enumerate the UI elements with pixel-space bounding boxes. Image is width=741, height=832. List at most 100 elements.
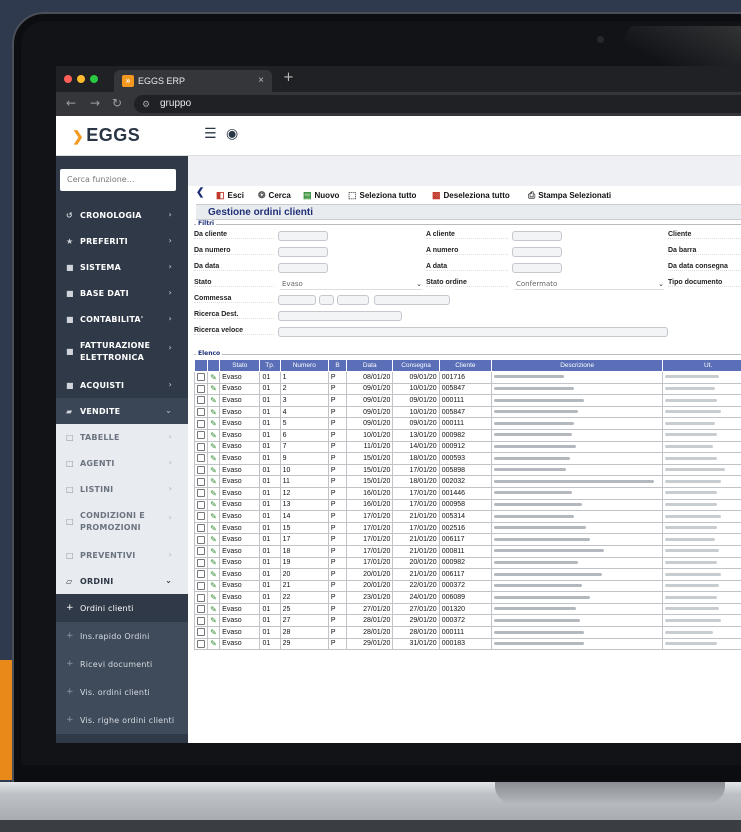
sidebar-item-acquisti[interactable]: ■ ACQUISTI › — [56, 372, 188, 398]
row-checkbox[interactable] — [193, 452, 209, 465]
sidebar-item-ordini[interactable]: ▱ ORDINI ⌄ — [56, 568, 188, 594]
sidebar-item-ins-rapido-ordini[interactable]: + Ins.rapido Ordini — [56, 622, 188, 650]
edit-icon[interactable]: ✎ — [210, 454, 217, 463]
row-checkbox[interactable] — [193, 568, 209, 581]
row-edit[interactable]: ✎ — [207, 579, 221, 593]
tab-close-icon[interactable]: × — [258, 70, 264, 92]
edit-icon[interactable]: ✎ — [210, 466, 217, 475]
checkbox[interactable] — [197, 477, 205, 486]
row-checkbox[interactable] — [193, 626, 209, 639]
col-numero[interactable]: Numero — [279, 359, 329, 372]
row-checkbox[interactable] — [193, 463, 209, 477]
checkbox[interactable] — [197, 373, 205, 382]
checkbox[interactable] — [197, 500, 205, 509]
da-data-input[interactable] — [278, 263, 328, 273]
row-checkbox[interactable] — [193, 440, 209, 454]
row-edit[interactable]: ✎ — [207, 463, 221, 477]
checkbox[interactable] — [197, 396, 205, 405]
row-edit[interactable]: ✎ — [207, 556, 221, 570]
col-stato[interactable]: Stato — [219, 359, 261, 372]
checkbox[interactable] — [197, 535, 205, 544]
row-edit[interactable]: ✎ — [207, 394, 221, 407]
sidebar-item-vis-ordini-clienti[interactable]: + Vis. ordini clienti — [56, 678, 188, 706]
row-edit[interactable]: ✎ — [207, 637, 221, 651]
menu-toggle-icon[interactable]: ☰ — [204, 126, 217, 142]
table-row[interactable]: ✎ Evaso 01 7 P 11/01/20 14/01/20 000912 — [193, 440, 741, 454]
table-row[interactable]: ✎ Evaso 01 10 P 15/01/20 17/01/20 005898 — [193, 463, 741, 477]
edit-icon[interactable]: ✎ — [210, 547, 217, 556]
back-icon[interactable]: ← — [66, 96, 76, 110]
table-row[interactable]: ✎ Evaso 01 9 P 15/01/20 18/01/20 000593 — [193, 452, 741, 465]
table-row[interactable]: ✎ Evaso 01 28 P 28/01/20 28/01/20 000111 — [193, 626, 741, 639]
sidebar-item-ricevi-documenti[interactable]: + Ricevi documenti — [56, 650, 188, 678]
row-checkbox[interactable] — [193, 544, 209, 558]
row-edit[interactable]: ✎ — [207, 417, 221, 430]
edit-icon[interactable]: ✎ — [210, 431, 217, 440]
row-edit[interactable]: ✎ — [207, 602, 221, 616]
row-edit[interactable]: ✎ — [207, 486, 221, 500]
checkbox[interactable] — [197, 628, 205, 637]
row-edit[interactable]: ✎ — [207, 382, 221, 396]
checkbox[interactable] — [197, 593, 205, 602]
checkbox[interactable] — [197, 384, 205, 393]
edit-icon[interactable]: ✎ — [210, 639, 217, 648]
ricerca-veloce-input[interactable] — [278, 327, 668, 337]
edit-icon[interactable]: ✎ — [210, 489, 217, 498]
checkbox[interactable] — [197, 454, 205, 463]
back-arrow-icon[interactable]: ❮ — [196, 187, 204, 198]
row-checkbox[interactable] — [193, 405, 209, 419]
row-checkbox[interactable] — [193, 417, 209, 430]
row-edit[interactable]: ✎ — [207, 475, 221, 488]
edit-icon[interactable]: ✎ — [210, 605, 217, 614]
a-numero-input[interactable] — [512, 247, 562, 257]
a-cliente-input[interactable] — [512, 231, 562, 241]
row-edit[interactable]: ✎ — [207, 405, 221, 419]
edit-icon[interactable]: ✎ — [210, 373, 217, 382]
row-checkbox[interactable] — [193, 637, 209, 651]
row-checkbox[interactable] — [193, 556, 209, 570]
row-edit[interactable]: ✎ — [207, 521, 221, 535]
checkbox[interactable] — [197, 489, 205, 498]
checkbox[interactable] — [197, 616, 205, 625]
table-row[interactable]: ✎ Evaso 01 1 P 08/01/20 09/01/20 001716 — [193, 371, 741, 384]
row-checkbox[interactable] — [193, 579, 209, 593]
sidebar-item-preferiti[interactable]: ★ PREFERITI › — [56, 228, 188, 254]
reload-icon[interactable]: ↻ — [112, 96, 122, 110]
sidebar-item-contabilita[interactable]: ■ CONTABILITA' › — [56, 306, 188, 332]
checkbox[interactable] — [197, 558, 205, 567]
sidebar-item-base-dati[interactable]: ■ BASE DATI › — [56, 280, 188, 306]
row-checkbox[interactable] — [193, 382, 209, 396]
browser-tab[interactable]: » EGGS ERP × — [114, 70, 272, 92]
table-row[interactable]: ✎ Evaso 01 21 P 20/01/20 22/01/20 000372 — [193, 579, 741, 593]
stato-ordine-select[interactable]: Confermato ⌄ — [514, 279, 664, 290]
forward-icon[interactable]: → — [90, 96, 100, 110]
edit-icon[interactable]: ✎ — [210, 419, 217, 428]
sidebar-item-fatturazione-elettronica[interactable]: ■ FATTURAZIONE ELETTRONICA › — [56, 332, 188, 372]
row-checkbox[interactable] — [193, 371, 209, 384]
a-data-input[interactable] — [512, 263, 562, 273]
checkbox[interactable] — [197, 419, 205, 428]
row-edit[interactable]: ✎ — [207, 510, 221, 523]
edit-icon[interactable]: ✎ — [210, 512, 217, 521]
function-search-input[interactable]: Cerca funzione... — [60, 169, 176, 191]
col-ut[interactable]: Ut. — [662, 359, 741, 372]
edit-icon[interactable]: ✎ — [210, 593, 217, 602]
row-edit[interactable]: ✎ — [207, 440, 221, 454]
checkbox[interactable] — [197, 442, 205, 451]
row-checkbox[interactable] — [193, 614, 209, 628]
checkbox[interactable] — [197, 524, 205, 533]
row-edit[interactable]: ✎ — [207, 614, 221, 628]
checkbox[interactable] — [197, 466, 205, 475]
checkbox[interactable] — [197, 431, 205, 440]
edit-icon[interactable]: ✎ — [210, 558, 217, 567]
app-logo[interactable]: ❯ EGGS — [72, 125, 140, 146]
commessa-input-2[interactable] — [319, 295, 334, 305]
edit-icon[interactable]: ✎ — [210, 616, 217, 625]
col-b[interactable]: B — [327, 359, 348, 372]
col-cliente[interactable]: Cliente — [438, 359, 493, 372]
commessa-input-4[interactable] — [374, 295, 450, 305]
checkbox[interactable] — [197, 570, 205, 579]
row-checkbox[interactable] — [193, 475, 209, 488]
row-edit[interactable]: ✎ — [207, 428, 221, 442]
sidebar-item-listini[interactable]: □ LISTINI › — [56, 476, 188, 502]
